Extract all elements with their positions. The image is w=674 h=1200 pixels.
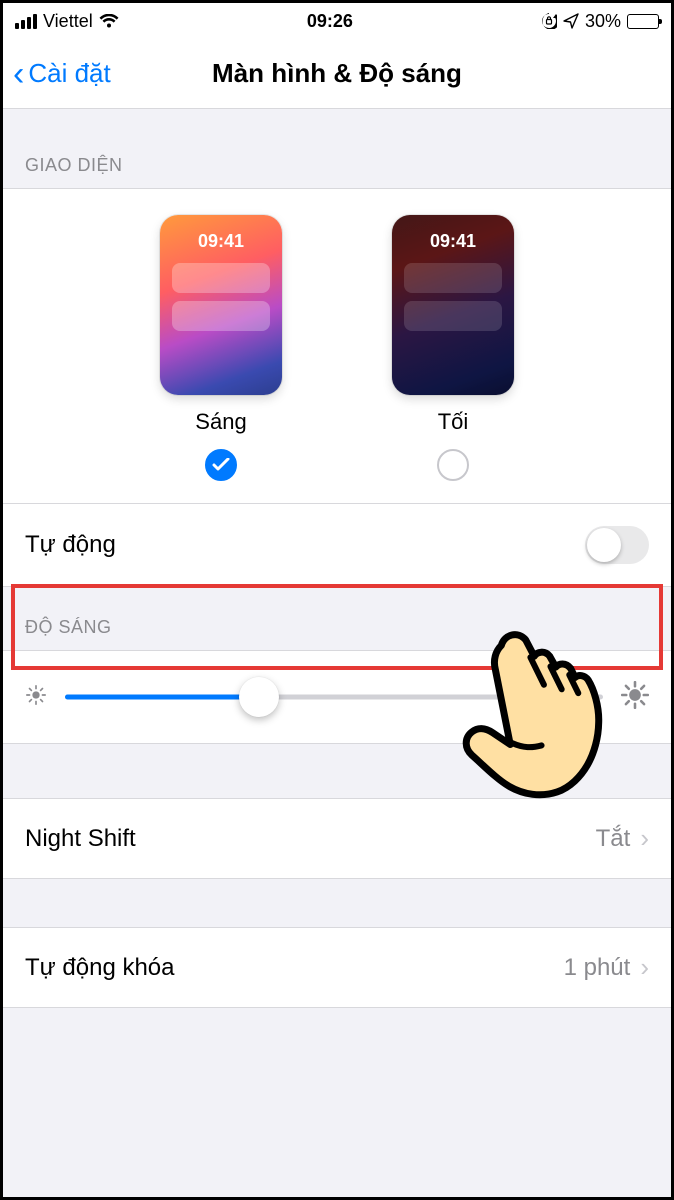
automatic-label: Tự động [25, 531, 116, 559]
battery-percent: 30% [585, 11, 621, 32]
section-header-appearance: GIAO DIỆN [3, 109, 671, 188]
status-bar: Viettel 09:26 30% [3, 3, 671, 39]
light-label: Sáng [195, 409, 246, 435]
chevron-right-icon: › [640, 952, 649, 983]
night-shift-value: Tắt [596, 825, 631, 853]
toggle-knob [587, 528, 621, 562]
location-icon [563, 13, 579, 29]
chevron-right-icon: › [640, 823, 649, 854]
status-right: 30% [541, 11, 659, 32]
dark-preview: 09:41 [392, 215, 514, 395]
nav-header: ‹ Cài đặt Màn hình & Độ sáng [3, 39, 671, 109]
orientation-lock-icon [541, 13, 557, 29]
dark-radio[interactable] [437, 449, 469, 481]
wifi-icon [99, 14, 119, 29]
automatic-toggle[interactable] [585, 526, 649, 564]
section-header-brightness: ĐỘ SÁNG [3, 587, 671, 650]
dark-label: Tối [438, 409, 469, 435]
preview-time: 09:41 [392, 215, 514, 252]
automatic-row[interactable]: Tự động [3, 504, 671, 587]
appearance-option-dark[interactable]: 09:41 Tối [392, 215, 514, 481]
back-button[interactable]: ‹ Cài đặt [13, 57, 111, 91]
cellular-signal-icon [15, 14, 37, 29]
appearance-option-light[interactable]: 09:41 Sáng [160, 215, 282, 481]
status-left: Viettel [15, 11, 119, 32]
sun-min-icon [25, 684, 47, 711]
sun-max-icon [621, 681, 649, 714]
slider-fill [65, 695, 259, 700]
night-shift-label: Night Shift [25, 825, 136, 853]
chevron-left-icon: ‹ [13, 57, 24, 91]
auto-lock-value: 1 phút [564, 954, 631, 982]
brightness-card [3, 650, 671, 744]
carrier-label: Viettel [43, 11, 93, 32]
auto-lock-row[interactable]: Tự động khóa 1 phút › [3, 927, 671, 1008]
back-label: Cài đặt [28, 58, 110, 89]
brightness-slider[interactable] [65, 677, 603, 717]
light-radio[interactable] [205, 449, 237, 481]
slider-thumb[interactable] [239, 677, 279, 717]
appearance-card: 09:41 Sáng 09:41 Tối [3, 188, 671, 504]
status-time: 09:26 [307, 11, 353, 32]
battery-icon [627, 14, 659, 29]
auto-lock-label: Tự động khóa [25, 954, 175, 982]
light-preview: 09:41 [160, 215, 282, 395]
night-shift-row[interactable]: Night Shift Tắt › [3, 798, 671, 879]
preview-time: 09:41 [160, 215, 282, 252]
